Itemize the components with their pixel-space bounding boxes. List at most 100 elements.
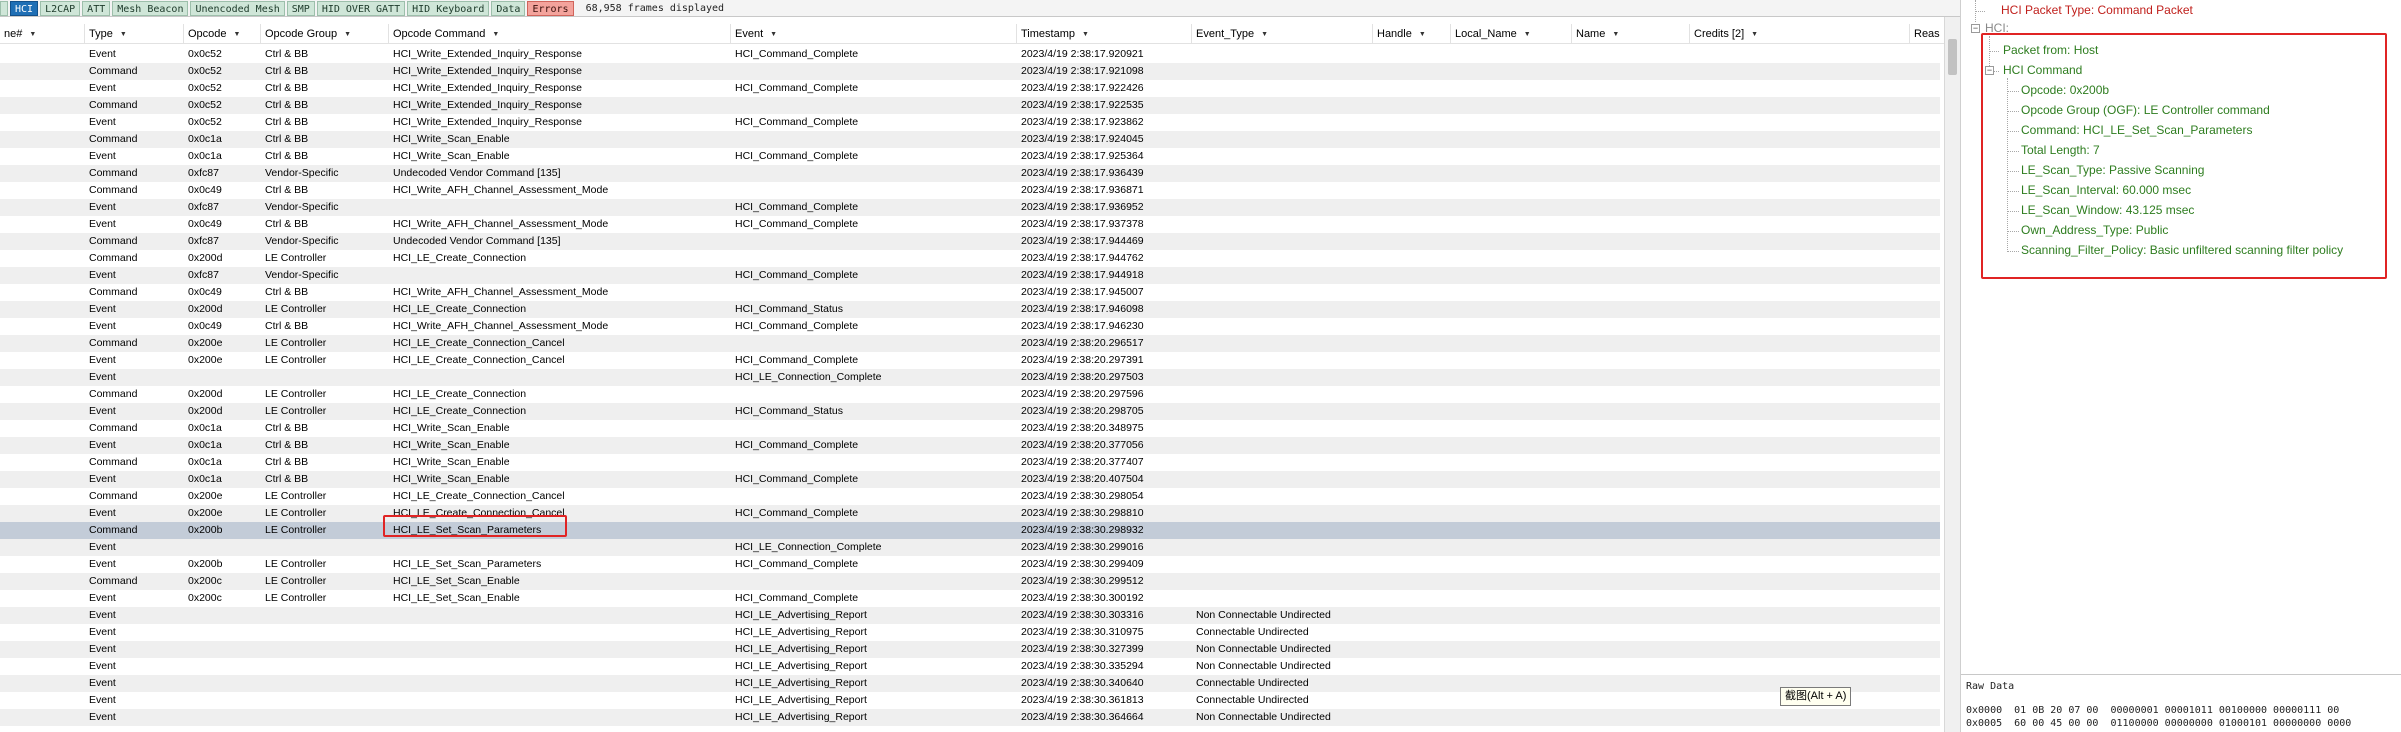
command-field[interactable]: Command: HCI_LE_Set_Scan_Parameters (2021, 121, 2252, 139)
packet-list-scrollbar[interactable] (1944, 17, 1960, 732)
column-header-handle[interactable]: Handle ▼ (1373, 24, 1451, 44)
opcode-group-cell: Vendor-Specific (265, 167, 339, 179)
filter-tab-l2cap[interactable]: L2CAP (40, 0, 81, 16)
table-row[interactable]: Event HCI_LE_Advertising_Report 2023/4/19 … (0, 675, 1940, 692)
table-row[interactable]: Event 0x0c1a Ctrl & BB HCI_Write_Scan_Enabl… (0, 437, 1940, 454)
opcode-group-field[interactable]: Opcode Group (OGF): LE Controller comman… (2021, 101, 2270, 119)
packet-list[interactable]: ne# ▼ Type ▼ Opcode ▼ Opcode Group ▼ Opcode … (0, 17, 1944, 732)
table-row[interactable]: Event HCI_LE_Advertising_Report 2023/4/19 … (0, 641, 1940, 658)
table-row[interactable]: Command 0x200e LE Controller HCI_LE_Create_… (0, 488, 1940, 505)
hci-node[interactable]: HCI: (1985, 19, 2009, 37)
raw-data-line[interactable]: 0x0005 60 00 45 00 00 01100000 00000000 … (1966, 718, 2351, 729)
filter-tab-errors[interactable]: Errors (527, 0, 574, 16)
column-header-name[interactable]: ne# ▼ (0, 24, 85, 44)
filter-tab-partial[interactable] (0, 0, 8, 16)
column-header-opcode-command[interactable]: Opcode Command ▼ (389, 24, 731, 44)
column-header-local-name[interactable]: Local_Name ▼ (1451, 24, 1572, 44)
type-cell: Command (89, 99, 138, 111)
table-row[interactable]: Command 0x200e LE Controller HCI_LE_Create_… (0, 335, 1940, 352)
packet-from-node[interactable]: Packet from: Host (2003, 41, 2098, 59)
column-header-event[interactable]: Event ▼ (731, 24, 1017, 44)
filter-tab-hid-over-gatt[interactable]: HID OVER GATT (316, 0, 406, 16)
table-row[interactable]: Event 0x0c52 Ctrl & BB HCI_Write_Extended_I… (0, 80, 1940, 97)
filter-tab-data[interactable]: Data (491, 0, 526, 16)
table-row[interactable]: Command 0x0c49 Ctrl & BB HCI_Write_AFH_Chan… (0, 284, 1940, 301)
hci-command-node[interactable]: HCI Command (2003, 61, 2082, 79)
scrollbar-thumb[interactable] (1948, 39, 1957, 75)
table-row[interactable]: Event 0x200d LE Controller HCI_LE_Create_Co… (0, 403, 1940, 420)
filter-tab-hci[interactable]: HCI (10, 0, 39, 16)
table-row[interactable]: Event 0x200b LE Controller HCI_LE_Set_Scan_… (0, 556, 1940, 573)
table-row[interactable]: Command 0x0c52 Ctrl & BB HCI_Write_Extended… (0, 63, 1940, 80)
table-row[interactable]: Command 0x200d LE Controller HCI_LE_Create_… (0, 250, 1940, 267)
scan-interval-field[interactable]: LE_Scan_Interval: 60.000 msec (2021, 181, 2191, 199)
table-row-selected[interactable]: Command 0x200b LE Controller HCI_LE_Set_Sca… (0, 522, 1940, 539)
table-row[interactable]: Event HCI_LE_Connection_Complete 2023/4/19… (0, 369, 1940, 386)
type-cell: Event (89, 320, 116, 332)
scan-type-field[interactable]: LE_Scan_Type: Passive Scanning (2021, 161, 2204, 179)
table-row[interactable]: Command 0x200c LE Controller HCI_LE_Set_Sca… (0, 573, 1940, 590)
table-row[interactable]: Command 0xfc87 Vendor-Specific Undecoded Ve… (0, 233, 1940, 250)
table-row[interactable]: Event HCI_LE_Advertising_Report 2023/4/19 … (0, 607, 1940, 624)
scanning-filter-policy-field[interactable]: Scanning_Filter_Policy: Basic unfiltered… (2021, 241, 2343, 259)
event-cell: HCI_LE_Advertising_Report (735, 711, 867, 723)
timestamp-cell: 2023/4/19 2:38:17.925364 (1021, 150, 1144, 162)
table-row[interactable]: Event HCI_LE_Advertising_Report 2023/4/19 … (0, 709, 1940, 726)
table-row[interactable]: Event 0x0c49 Ctrl & BB HCI_Write_AFH_Channe… (0, 216, 1940, 233)
table-row[interactable]: Command 0x0c49 Ctrl & BB HCI_Write_AFH_Chan… (0, 182, 1940, 199)
collapse-icon[interactable]: − (1985, 66, 1994, 75)
table-row[interactable]: Command 0x0c1a Ctrl & BB HCI_Write_Scan_Ena… (0, 454, 1940, 471)
filter-tab-unencoded-mesh[interactable]: Unencoded Mesh (190, 0, 285, 16)
table-row[interactable]: Command 0x0c1a Ctrl & BB HCI_Write_Scan_Ena… (0, 420, 1940, 437)
table-row[interactable]: Event 0x200d LE Controller HCI_LE_Create_Co… (0, 301, 1940, 318)
table-row[interactable]: Event HCI_LE_Advertising_Report 2023/4/19 … (0, 624, 1940, 641)
collapse-icon[interactable]: − (1971, 24, 1980, 33)
opcode-group-cell (265, 658, 387, 675)
own-address-type-field[interactable]: Own_Address_Type: Public (2021, 221, 2168, 239)
sort-arrow-icon: ▼ (344, 31, 352, 38)
column-header-credits[interactable]: Credits [2] ▼ (1690, 24, 1910, 44)
table-row[interactable]: Event 0xfc87 Vendor-Specific HCI_Command_Co… (0, 267, 1940, 284)
type-cell: Event (89, 354, 116, 366)
opcode-command-cell: HCI_LE_Set_Scan_Parameters (393, 558, 542, 570)
scan-window-field[interactable]: LE_Scan_Window: 43.125 msec (2021, 201, 2194, 219)
filter-tab-smp[interactable]: SMP (286, 0, 315, 16)
column-header-name-col[interactable]: Name ▼ (1572, 24, 1690, 44)
column-header-event-type[interactable]: Event_Type ▼ (1192, 24, 1373, 44)
column-header-timestamp[interactable]: Timestamp ▼ (1017, 24, 1192, 44)
event-type-cell (1196, 250, 1374, 267)
table-row[interactable]: Event 0x200e LE Controller HCI_LE_Create_Co… (0, 505, 1940, 522)
table-row[interactable]: Command 0x200d LE Controller HCI_LE_Create_… (0, 386, 1940, 403)
opcode-cell: 0x0c52 (188, 82, 222, 94)
opcode-group-cell: Ctrl & BB (265, 116, 309, 128)
table-row[interactable]: Event 0x0c1a Ctrl & BB HCI_Write_Scan_Enabl… (0, 471, 1940, 488)
table-row[interactable]: Event HCI_LE_Advertising_Report 2023/4/19 … (0, 692, 1940, 709)
filter-tab-mesh-beacon[interactable]: Mesh Beacon (112, 0, 189, 16)
column-header-opcode-group[interactable]: Opcode Group ▼ (261, 24, 389, 44)
table-row[interactable]: Command 0x0c52 Ctrl & BB HCI_Write_Extended… (0, 97, 1940, 114)
type-cell: Event (89, 371, 116, 383)
total-length-field[interactable]: Total Length: 7 (2021, 141, 2100, 159)
event-type-cell (1196, 97, 1374, 114)
table-row[interactable]: Event 0x0c49 Ctrl & BB HCI_Write_AFH_Channe… (0, 318, 1940, 335)
table-row[interactable]: Event HCI_LE_Advertising_Report 2023/4/19 … (0, 658, 1940, 675)
table-row[interactable]: Command 0x0c1a Ctrl & BB HCI_Write_Scan_Ena… (0, 131, 1940, 148)
column-header-reason[interactable]: Reas (1910, 24, 1944, 44)
raw-data-line[interactable]: 0x0000 01 0B 20 07 00 00000001 00001011 … (1966, 705, 2339, 716)
table-row[interactable]: Event 0x200c LE Controller HCI_LE_Set_Scan_… (0, 590, 1940, 607)
table-row[interactable]: Event 0x0c52 Ctrl & BB HCI_Write_Extended_I… (0, 46, 1940, 63)
table-row[interactable]: Event 0x0c52 Ctrl & BB HCI_Write_Extended_I… (0, 114, 1940, 131)
column-header-opcode[interactable]: Opcode ▼ (184, 24, 261, 44)
type-cell: Event (89, 218, 116, 230)
filter-tab-att[interactable]: ATT (82, 0, 111, 16)
table-row[interactable]: Event 0x200e LE Controller HCI_LE_Create_Co… (0, 352, 1940, 369)
table-row[interactable]: Event 0x0c1a Ctrl & BB HCI_Write_Scan_Enabl… (0, 148, 1940, 165)
filter-tab-hid-keyboard[interactable]: HID Keyboard (407, 0, 490, 16)
column-header-type[interactable]: Type ▼ (85, 24, 184, 44)
opcode-command-cell: HCI_LE_Set_Scan_Enable (393, 575, 520, 587)
opcode-field[interactable]: Opcode: 0x200b (2021, 81, 2109, 99)
table-row[interactable]: Event HCI_LE_Connection_Complete 2023/4/19… (0, 539, 1940, 556)
packet-type-node[interactable]: HCI Packet Type: Command Packet (2001, 1, 2193, 19)
table-row[interactable]: Event 0xfc87 Vendor-Specific HCI_Command_Co… (0, 199, 1940, 216)
table-row[interactable]: Command 0xfc87 Vendor-Specific Undecoded Ve… (0, 165, 1940, 182)
